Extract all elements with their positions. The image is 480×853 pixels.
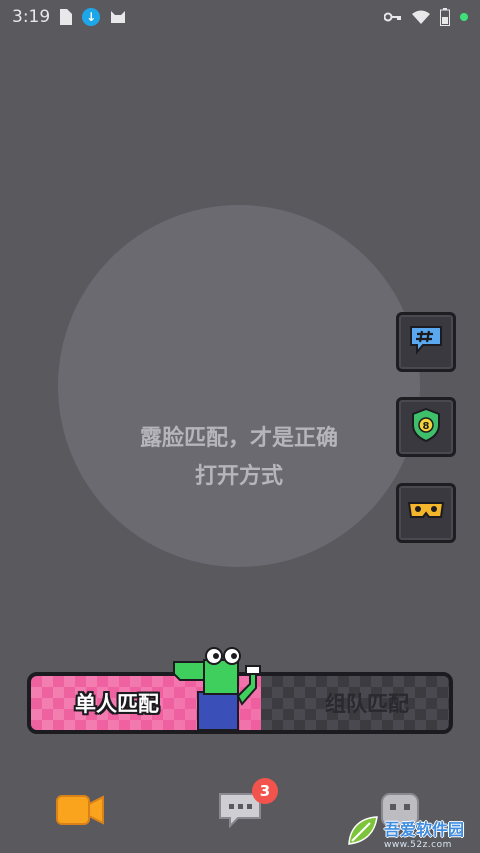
wifi-icon (412, 10, 430, 24)
dot-icon (460, 13, 468, 21)
watermark-url: www.52z.com (384, 839, 452, 850)
mask-button[interactable] (396, 483, 456, 543)
watermark-logo-icon (346, 814, 380, 852)
watermark-title: 吾爱软件园 (384, 819, 465, 839)
team-match-button[interactable]: 组队匹配 (261, 676, 449, 730)
hashtag-chat-button[interactable] (396, 312, 456, 372)
svg-text:8: 8 (423, 421, 430, 432)
face-match-hint: 露脸匹配，才是正确 打开方式 (58, 420, 420, 496)
hashtag-chat-icon (409, 325, 443, 359)
mask-icon (407, 499, 445, 527)
shield-badge-icon: 8 (411, 407, 441, 446)
single-match-label: 单人匹配 (75, 692, 159, 716)
status-left: 3:19 ↓ (12, 7, 126, 27)
status-time: 3:19 (12, 7, 51, 27)
status-right (384, 8, 468, 26)
camera-preview-circle[interactable] (58, 205, 420, 567)
hint-line-1: 露脸匹配，才是正确 (139, 426, 338, 451)
watermark: 吾爱软件园 www.52z.com (346, 812, 480, 853)
watermark-text: 吾爱软件园 www.52z.com (384, 816, 464, 850)
battery-icon (440, 8, 450, 26)
cat-icon (110, 9, 126, 25)
shield-badge-button[interactable]: 8 (396, 397, 456, 457)
status-bar: 3:19 ↓ (0, 0, 480, 34)
crocodile-mascot-icon (170, 640, 270, 732)
download-icon: ↓ (82, 8, 101, 26)
sim-icon (60, 9, 73, 25)
key-icon (384, 11, 402, 23)
tab-camera[interactable] (40, 770, 120, 853)
message-count-badge: 3 (252, 778, 278, 804)
team-match-label: 组队匹配 (325, 692, 409, 716)
hint-line-2: 打开方式 (194, 464, 283, 489)
camera-tab-icon (55, 792, 105, 832)
